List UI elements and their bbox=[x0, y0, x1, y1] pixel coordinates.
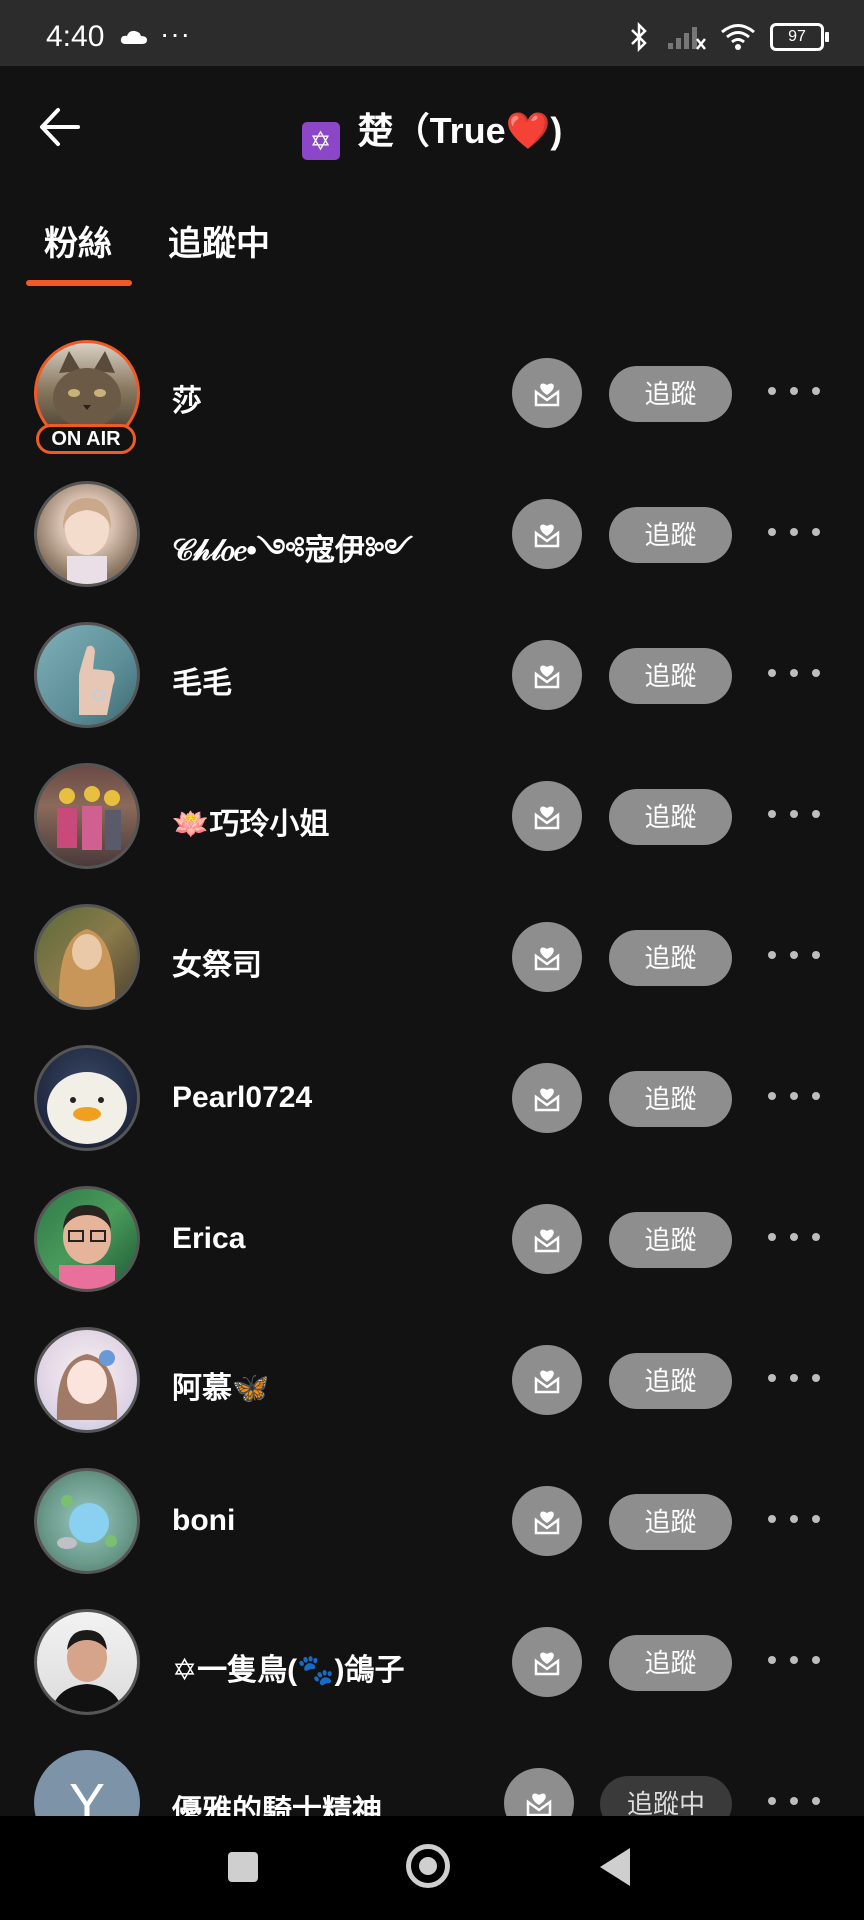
list-item[interactable]: 阿慕🦋 追蹤 bbox=[0, 1273, 864, 1433]
heart-envelope-icon bbox=[534, 524, 560, 548]
status-time: 4:40 bbox=[46, 20, 105, 53]
gift-button[interactable] bbox=[512, 922, 582, 992]
username[interactable]: 莎 bbox=[172, 376, 202, 420]
heart-envelope-icon bbox=[534, 1652, 560, 1676]
status-icons: 97 bbox=[626, 22, 829, 52]
list-item[interactable]: 🪷巧玲小姐 追蹤 bbox=[0, 709, 864, 869]
more-options-icon[interactable] bbox=[768, 1504, 820, 1534]
list-item[interactable]: 𝒞𝒽𝓁𝑜𝑒•༺寇伊༻ 追蹤 bbox=[0, 427, 864, 587]
star-of-david-icon: ✡ bbox=[301, 122, 340, 160]
wifi-icon bbox=[721, 24, 755, 50]
gift-button[interactable] bbox=[512, 499, 582, 569]
username[interactable]: 毛毛 bbox=[172, 658, 232, 702]
home-icon[interactable] bbox=[406, 1844, 450, 1888]
bluetooth-icon bbox=[631, 22, 647, 52]
username[interactable]: Pearl0724 bbox=[172, 1081, 312, 1115]
more-options-icon[interactable] bbox=[768, 799, 820, 829]
follow-button[interactable]: 追蹤 bbox=[609, 930, 732, 986]
gift-button[interactable] bbox=[512, 358, 582, 428]
gift-button[interactable] bbox=[512, 640, 582, 710]
gift-button[interactable] bbox=[512, 1204, 582, 1274]
header: ✡ 楚（True❤️) bbox=[0, 66, 864, 186]
tab-bar: 粉絲 追蹤中 bbox=[0, 186, 864, 286]
heart-envelope-icon bbox=[534, 665, 560, 689]
follow-button[interactable]: 追蹤 bbox=[609, 1071, 732, 1127]
username[interactable]: 女祭司 bbox=[172, 940, 262, 984]
page-title-text: 楚（True❤️) bbox=[357, 110, 563, 151]
follow-button[interactable]: 追蹤 bbox=[609, 1212, 732, 1268]
heart-envelope-icon bbox=[534, 806, 560, 830]
gift-button[interactable] bbox=[512, 1345, 582, 1415]
more-options-icon[interactable] bbox=[768, 658, 820, 688]
follow-button[interactable]: 追蹤 bbox=[609, 1353, 732, 1409]
gift-button[interactable] bbox=[512, 1063, 582, 1133]
more-options-icon[interactable] bbox=[768, 1363, 820, 1393]
list-item[interactable]: ON AIR 莎 追蹤 bbox=[0, 286, 864, 454]
back-triangle-icon[interactable] bbox=[600, 1848, 630, 1886]
username[interactable]: 阿慕🦋 bbox=[172, 1363, 269, 1407]
username[interactable]: ✡一隻鳥(🐾)鴿子 bbox=[172, 1645, 404, 1689]
follow-button[interactable]: 追蹤 bbox=[609, 507, 732, 563]
heart-envelope-icon bbox=[534, 383, 560, 407]
more-options-icon[interactable] bbox=[768, 1081, 820, 1111]
follow-button[interactable]: 追蹤 bbox=[609, 1635, 732, 1691]
list-item[interactable]: ✡一隻鳥(🐾)鴿子 追蹤 bbox=[0, 1555, 864, 1715]
list-item[interactable]: Pearl0724 追蹤 bbox=[0, 991, 864, 1151]
follow-button[interactable]: 追蹤 bbox=[609, 1494, 732, 1550]
status-bar: 4:40 ··· 97 bbox=[0, 0, 864, 66]
more-options-icon[interactable] bbox=[768, 940, 820, 970]
heart-envelope-icon bbox=[534, 1370, 560, 1394]
username[interactable]: Erica bbox=[172, 1222, 245, 1256]
more-options-icon[interactable] bbox=[768, 1222, 820, 1252]
more-options-icon[interactable] bbox=[768, 517, 820, 547]
list-item[interactable]: Erica 追蹤 bbox=[0, 1132, 864, 1292]
recent-apps-icon[interactable] bbox=[228, 1852, 258, 1882]
gift-button[interactable] bbox=[512, 1486, 582, 1556]
username[interactable]: 🪷巧玲小姐 bbox=[172, 799, 329, 843]
system-nav-bar bbox=[0, 1816, 864, 1920]
more-options-icon[interactable] bbox=[768, 1645, 820, 1675]
heart-envelope-icon bbox=[534, 1088, 560, 1112]
list-item[interactable]: 女祭司 追蹤 bbox=[0, 850, 864, 1010]
heart-envelope-icon bbox=[534, 947, 560, 971]
list-item[interactable]: boni 追蹤 bbox=[0, 1414, 864, 1574]
gift-button[interactable] bbox=[512, 781, 582, 851]
more-options-icon[interactable] bbox=[768, 1786, 820, 1816]
username[interactable]: boni bbox=[172, 1504, 235, 1538]
battery-icon: 97 bbox=[770, 23, 829, 51]
gift-button[interactable] bbox=[512, 1627, 582, 1697]
tab-following[interactable]: 追蹤中 bbox=[168, 216, 270, 265]
cellular-signal-icon bbox=[668, 27, 706, 50]
heart-envelope-icon bbox=[534, 1511, 560, 1535]
follow-button[interactable]: 追蹤 bbox=[609, 366, 732, 422]
list-item[interactable]: 毛毛 追蹤 bbox=[0, 568, 864, 728]
follow-button[interactable]: 追蹤 bbox=[609, 648, 732, 704]
follow-button[interactable]: 追蹤 bbox=[609, 789, 732, 845]
cloud-icon bbox=[120, 30, 147, 44]
more-options-icon[interactable] bbox=[768, 376, 820, 406]
heart-envelope-icon bbox=[526, 1793, 552, 1817]
tab-fans[interactable]: 粉絲 bbox=[44, 216, 112, 265]
status-more-dots: ··· bbox=[160, 18, 191, 49]
page-title: ✡ 楚（True❤️) bbox=[0, 102, 864, 160]
heart-envelope-icon bbox=[534, 1229, 560, 1253]
